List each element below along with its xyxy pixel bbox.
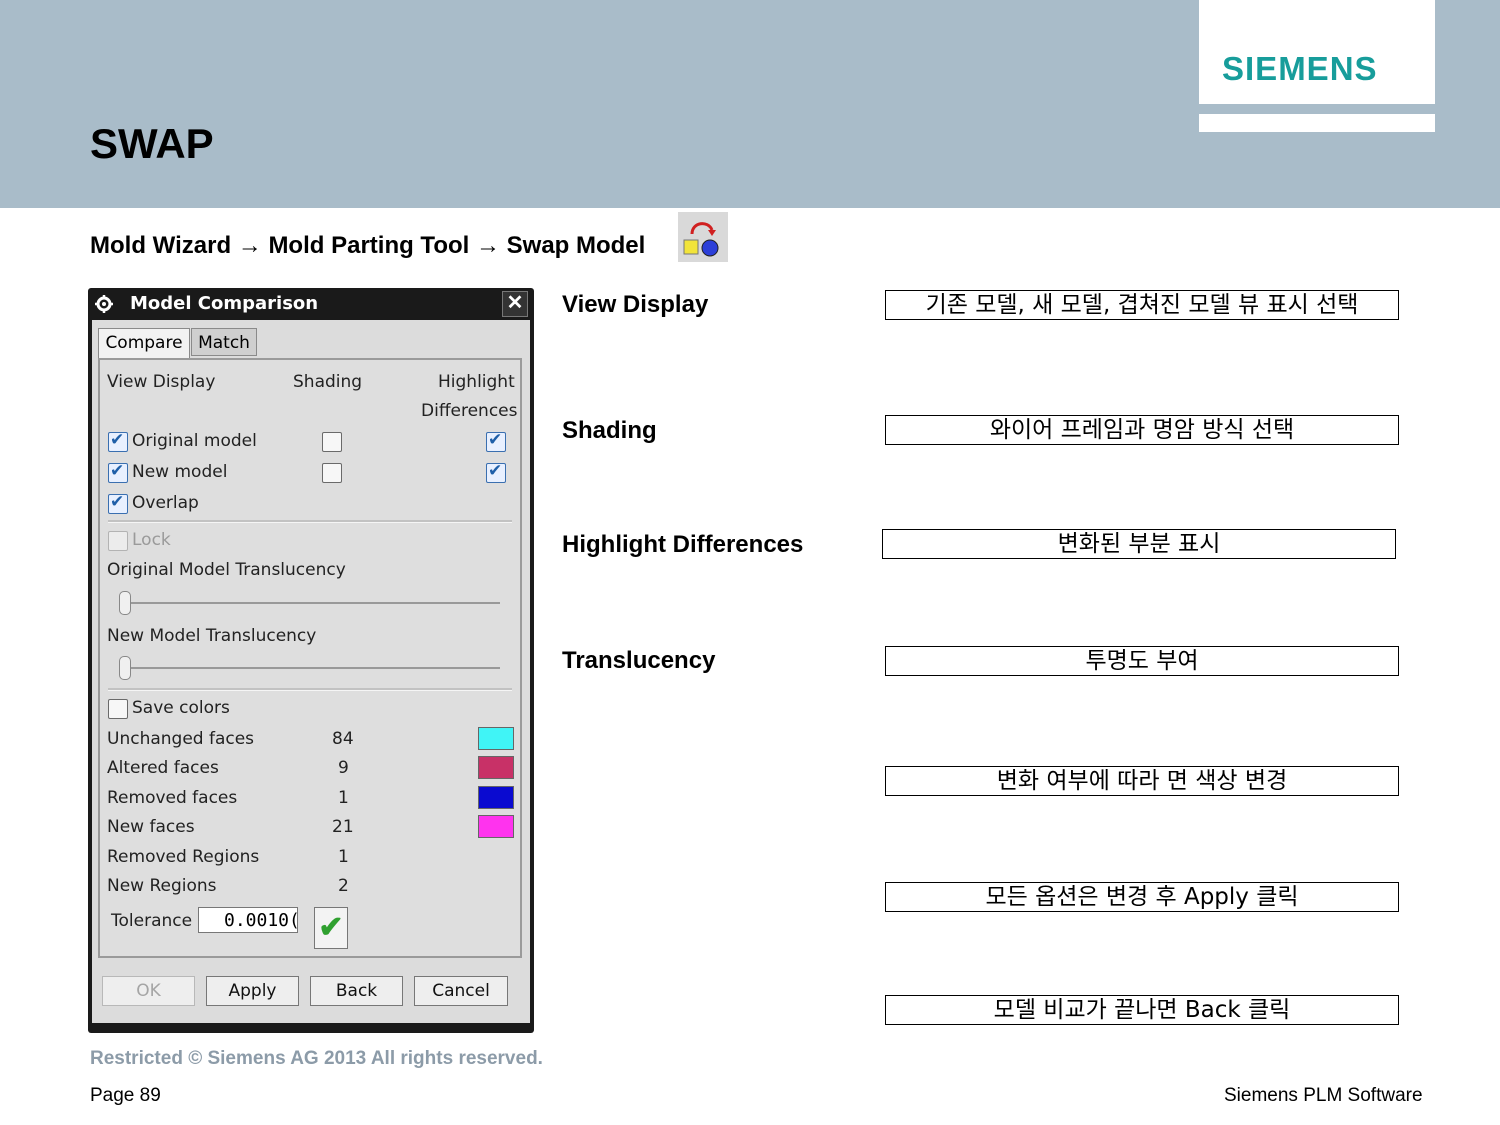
stat-label: New faces xyxy=(107,817,195,837)
lock-label: Lock xyxy=(132,530,171,550)
new-translucency-thumb[interactable] xyxy=(119,656,131,680)
stat-count: 84 xyxy=(332,729,354,749)
divider xyxy=(108,520,512,523)
footer-restricted: Restricted © Siemens AG 2013 All rights … xyxy=(90,1048,543,1069)
back-button[interactable]: Back xyxy=(310,976,403,1006)
stat-label: New Regions xyxy=(107,876,217,896)
siemens-logo: SIEMENS xyxy=(1222,50,1378,87)
checkmark-icon[interactable]: ✔ xyxy=(314,907,348,949)
save-colors-checkbox[interactable] xyxy=(108,699,128,719)
highlight-annotation-label: Highlight Differences xyxy=(562,531,804,558)
original-translucency-slider[interactable] xyxy=(124,602,500,604)
annotation-box: 투명도 부여 xyxy=(885,646,1399,676)
annotation-box: 모델 비교가 끝나면 Back 클릭 xyxy=(885,995,1399,1025)
original-model-label: Original model xyxy=(132,431,257,451)
tolerance-label: Tolerance xyxy=(111,911,193,931)
shading-annotation-label: Shading xyxy=(562,417,657,444)
view-display-annotation-label: View Display xyxy=(562,291,709,318)
annotation-box: 모든 옵션은 변경 후 Apply 클릭 xyxy=(885,882,1399,912)
annotation-box: 와이어 프레임과 명암 방식 선택 xyxy=(885,415,1399,445)
swap-model-icon[interactable] xyxy=(678,212,728,262)
stat-count: 1 xyxy=(338,788,349,808)
original-model-highlight-checkbox[interactable] xyxy=(486,430,506,452)
stat-label: Unchanged faces xyxy=(107,729,255,749)
dialog-titlebar: Model Comparison ✕ xyxy=(88,288,534,320)
tolerance-input[interactable]: 0.0010( xyxy=(198,907,298,933)
view-display-header: View Display xyxy=(107,372,216,392)
model-comparison-dialog: Model Comparison ✕ Compare Match View Di… xyxy=(88,288,534,1033)
translucency-annotation-label: Translucency xyxy=(562,647,716,674)
highlight-header: Highlight xyxy=(438,372,515,392)
original-translucency-label: Original Model Translucency xyxy=(107,560,346,580)
dialog-title: Model Comparison xyxy=(130,293,319,314)
new-model-view-checkbox[interactable] xyxy=(108,461,128,483)
removed-color-swatch[interactable] xyxy=(478,786,514,809)
stat-count: 21 xyxy=(332,817,354,837)
differences-header: Differences xyxy=(421,401,518,421)
stat-count: 1 xyxy=(338,847,349,867)
new-model-highlight-checkbox[interactable] xyxy=(486,461,506,483)
breadcrumb: Mold Wizard → Mold Parting Tool → Swap M… xyxy=(90,232,646,259)
annotation-box: 변화된 부분 표시 xyxy=(882,529,1396,559)
ok-button[interactable]: OK xyxy=(102,976,195,1006)
overlap-view-checkbox[interactable] xyxy=(108,492,128,514)
new-translucency-label: New Model Translucency xyxy=(107,626,317,646)
gear-icon[interactable] xyxy=(94,294,114,314)
shading-header: Shading xyxy=(293,372,363,392)
altered-color-swatch[interactable] xyxy=(478,756,514,779)
new-model-shading-checkbox[interactable] xyxy=(322,463,342,483)
unchanged-color-swatch[interactable] xyxy=(478,727,514,750)
slide-title: SWAP xyxy=(90,120,214,167)
divider xyxy=(108,688,512,691)
annotation-box: 기존 모델, 새 모델, 겹쳐진 모델 뷰 표시 선택 xyxy=(885,290,1399,320)
original-translucency-thumb[interactable] xyxy=(119,591,131,615)
tab-match[interactable]: Match xyxy=(191,328,257,356)
apply-button[interactable]: Apply xyxy=(206,976,299,1006)
close-icon[interactable]: ✕ xyxy=(502,291,528,317)
annotation-box: 변화 여부에 따라 면 색상 변경 xyxy=(885,766,1399,796)
save-colors-label: Save colors xyxy=(132,698,230,718)
overlap-label: Overlap xyxy=(132,493,199,513)
logo-bar xyxy=(1199,114,1435,132)
new-translucency-slider[interactable] xyxy=(124,667,500,669)
original-model-shading-checkbox[interactable] xyxy=(322,432,342,452)
stat-label: Removed Regions xyxy=(107,847,260,867)
compare-panel: View Display Shading Highlight Differenc… xyxy=(98,358,522,958)
stat-count: 2 xyxy=(338,876,349,896)
footer-company: Siemens PLM Software xyxy=(1224,1085,1423,1106)
cancel-button[interactable]: Cancel xyxy=(414,976,508,1006)
stat-label: Altered faces xyxy=(107,758,219,778)
stat-label: Removed faces xyxy=(107,788,238,808)
dialog-body: Compare Match View Display Shading Highl… xyxy=(92,320,530,1023)
original-model-view-checkbox[interactable] xyxy=(108,430,128,452)
new-color-swatch[interactable] xyxy=(478,815,514,838)
tab-compare[interactable]: Compare xyxy=(98,328,190,358)
stat-count: 9 xyxy=(338,758,349,778)
lock-checkbox[interactable] xyxy=(108,531,128,551)
page-number: Page 89 xyxy=(90,1085,161,1106)
new-model-label: New model xyxy=(132,462,228,482)
